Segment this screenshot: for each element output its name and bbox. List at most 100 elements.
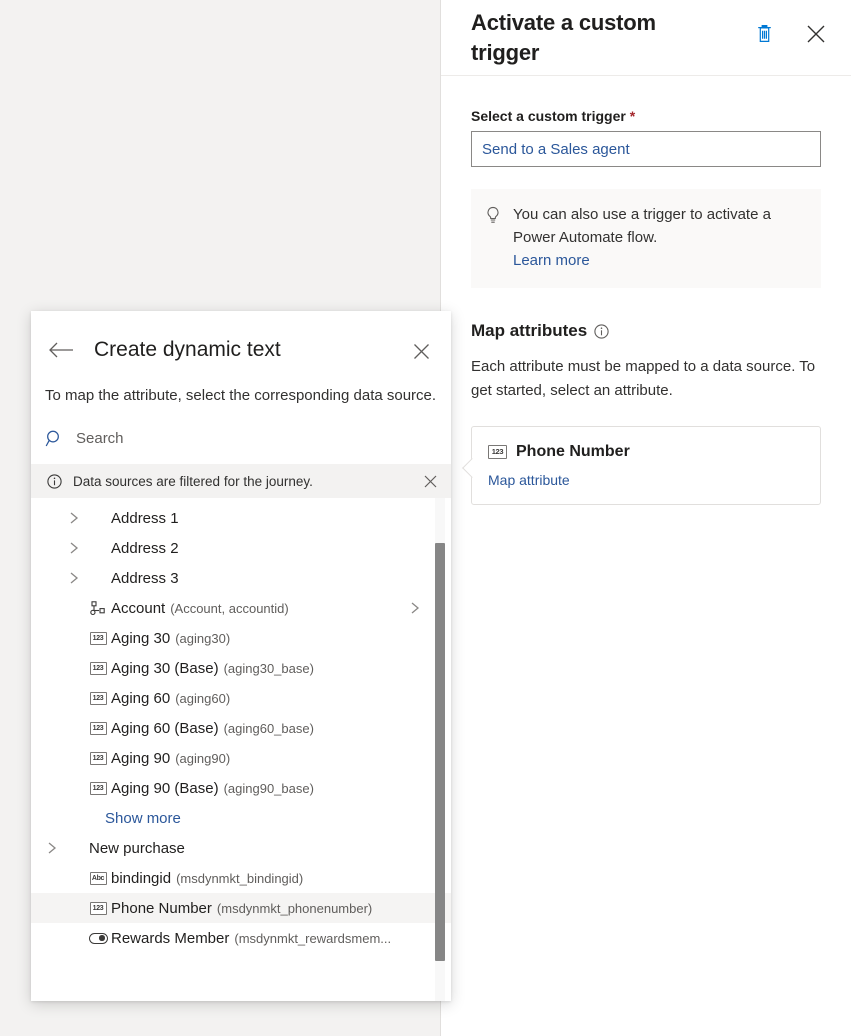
number-type-icon: 123 [90, 752, 107, 765]
tree-item-address-1[interactable]: Address 1 [31, 503, 451, 533]
flyout-close-button[interactable] [407, 337, 435, 365]
tree-item-logical-name: (aging30_base) [224, 661, 314, 676]
lookup-relationship-icon [90, 601, 107, 616]
tree-item-label: Aging 90 [111, 750, 170, 767]
show-more-link[interactable]: Show more [31, 803, 451, 833]
type-icon-slot: 123 [85, 752, 111, 765]
tip-callout: You can also use a trigger to activate a… [471, 189, 821, 288]
search-input[interactable]: Search [45, 422, 437, 454]
page-title: Activate a custom trigger [471, 8, 721, 68]
type-icon-slot: 123 [85, 632, 111, 645]
close-icon [412, 342, 431, 361]
flyout-title: Create dynamic text [94, 338, 281, 362]
attribute-card-phone-number[interactable]: 123 Phone Number Map attribute [471, 426, 821, 505]
number-type-icon: 123 [90, 692, 107, 705]
activate-custom-trigger-panel: Activate a custom trigger [440, 0, 851, 1036]
type-icon-slot: 123 [85, 902, 111, 915]
chevron-right-icon [68, 511, 80, 525]
drill-in-chevron[interactable] [409, 601, 421, 615]
type-icon-slot: 123 [85, 692, 111, 705]
chevron-right-icon [409, 601, 421, 615]
learn-more-link[interactable]: Learn more [513, 249, 803, 272]
type-icon-slot [85, 933, 111, 944]
filter-notice: Data sources are filtered for the journe… [31, 464, 451, 498]
tree-item-aging-30-base[interactable]: 123Aging 30 (Base)(aging30_base) [31, 653, 451, 683]
type-icon-slot [85, 601, 111, 616]
lightbulb-icon [485, 206, 501, 226]
tree-item-aging-30[interactable]: 123Aging 30(aging30) [31, 623, 451, 653]
tree-item-address-2[interactable]: Address 2 [31, 533, 451, 563]
tree-item-label: Aging 60 [111, 690, 170, 707]
close-panel-button[interactable] [801, 19, 831, 49]
tree-item-logical-name: (aging90) [175, 751, 230, 766]
search-icon [45, 429, 64, 448]
toggle-type-icon [89, 933, 108, 944]
chevron-right-icon [46, 841, 58, 855]
number-type-icon: 123 [488, 445, 507, 459]
number-type-icon: 123 [90, 662, 107, 675]
flyout-header: Create dynamic text [31, 311, 451, 366]
tree-item-logical-name: (aging60_base) [224, 721, 314, 736]
expand-toggle[interactable] [41, 841, 63, 855]
tree-item-aging-90-base[interactable]: 123Aging 90 (Base)(aging90_base) [31, 773, 451, 803]
number-type-icon: 123 [90, 722, 107, 735]
tree-item-phone-number[interactable]: 123Phone Number(msdynmkt_phonenumber) [31, 893, 451, 923]
flyout-description: To map the attribute, select the corresp… [31, 366, 451, 407]
number-type-icon: 123 [90, 632, 107, 645]
tree-item-aging-60[interactable]: 123 Aging 60 (aging60) [31, 683, 451, 713]
dismiss-filter-notice-button[interactable] [419, 470, 441, 492]
trigger-field-label-text: Select a custom trigger [471, 108, 626, 124]
screen: Activate a custom trigger [0, 0, 851, 1036]
tree-item-new-purchase[interactable]: New purchase [31, 833, 451, 863]
tree-item-label: Account [111, 600, 165, 617]
expand-toggle[interactable] [63, 571, 85, 585]
create-dynamic-text-flyout: Create dynamic text To map the attribute… [31, 311, 451, 1001]
tree-item-label: Rewards Member [111, 930, 229, 947]
panel-body: Select a custom trigger * Send to a Sale… [441, 76, 851, 505]
panel-header-actions [749, 19, 831, 49]
expand-toggle[interactable] [63, 511, 85, 525]
info-icon[interactable] [594, 324, 609, 339]
tree-item-address-3[interactable]: Address 3 [31, 563, 451, 593]
delete-button[interactable] [749, 19, 779, 49]
trash-icon [755, 24, 774, 44]
map-attributes-title: Map attributes [471, 321, 587, 341]
search-placeholder: Search [76, 430, 124, 447]
tree-item-label: Address 1 [111, 510, 179, 527]
tree-item-logical-name: (msdynmkt_bindingid) [176, 871, 303, 886]
close-icon [423, 474, 438, 489]
tree-scrollbar-thumb[interactable] [435, 543, 445, 960]
panel-header: Activate a custom trigger [441, 0, 851, 76]
tree-item-bindingid[interactable]: Abcbindingid (msdynmkt_bindingid) [31, 863, 451, 893]
number-type-icon: 123 [90, 902, 107, 915]
chevron-right-icon [68, 541, 80, 555]
type-icon-slot: Abc [85, 872, 111, 885]
map-attribute-link[interactable]: Map attribute [488, 472, 570, 488]
map-attributes-description: Each attribute must be mapped to a data … [471, 355, 816, 403]
tree-item-label: Aging 90 (Base) [111, 780, 219, 797]
type-icon-slot: 123 [85, 662, 111, 675]
tree-item-logical-name: (aging90_base) [224, 781, 314, 796]
map-attributes-header: Map attributes [471, 321, 821, 341]
expand-toggle[interactable] [63, 541, 85, 555]
tree-item-aging-60-base[interactable]: 123Aging 60 (Base)(aging60_base) [31, 713, 451, 743]
tree-item-logical-name: (msdynmkt_rewardsmem... [234, 931, 391, 946]
trigger-select-value: Send to a Sales agent [482, 141, 630, 158]
required-marker: * [630, 108, 635, 124]
tree-item-label: bindingid [111, 870, 171, 887]
tree-item-account[interactable]: Account(Account, accountid) [31, 593, 451, 623]
tip-text: You can also use a trigger to activate a… [513, 203, 803, 249]
tree-item-label: Aging 30 [111, 630, 170, 647]
chevron-right-icon [68, 571, 80, 585]
tree-item-rewards-member[interactable]: Rewards Member (msdynmkt_rewardsmem... [31, 923, 451, 953]
tree-item-aging-90[interactable]: 123 Aging 90 (aging90) [31, 743, 451, 773]
tree-item-logical-name: (aging60) [175, 691, 230, 706]
data-source-tree: Address 1 Address 2Address 3Account(Accou… [31, 498, 451, 953]
back-button[interactable] [45, 334, 77, 366]
back-arrow-icon [48, 341, 74, 359]
attribute-name: Phone Number [516, 443, 630, 461]
info-icon [47, 474, 62, 489]
trigger-select[interactable]: Send to a Sales agent [471, 131, 821, 167]
attribute-card-row: 123 Phone Number [488, 443, 804, 461]
tree-item-label: Phone Number [111, 900, 212, 917]
